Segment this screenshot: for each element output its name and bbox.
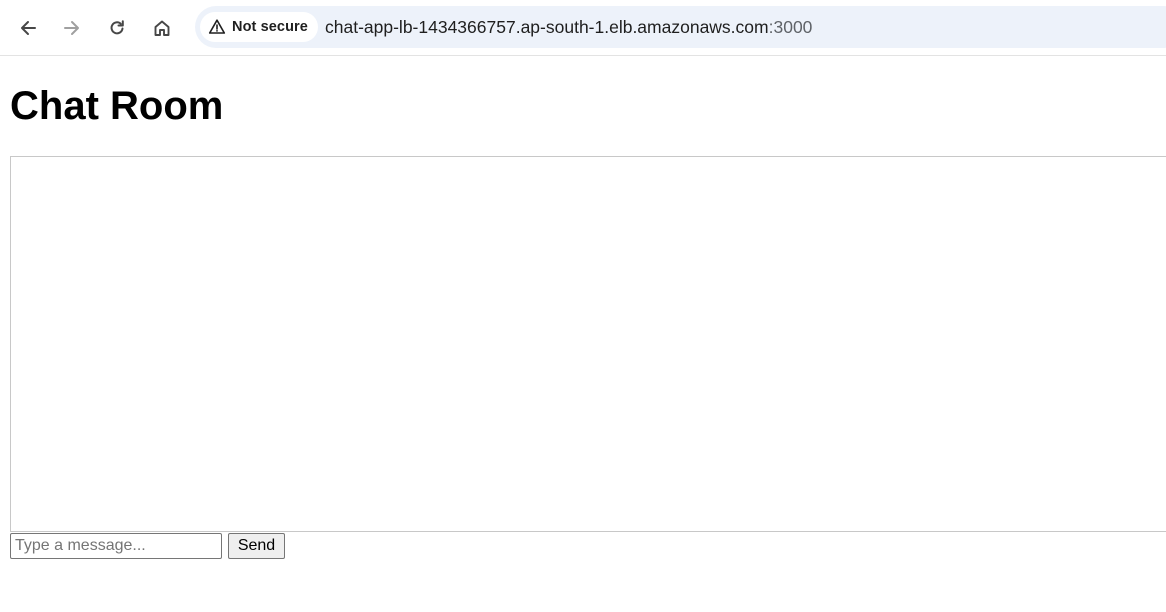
- reload-icon: [110, 20, 124, 35]
- page-content: Chat Room Send: [0, 57, 1166, 612]
- url-port: :3000: [768, 17, 813, 37]
- send-button[interactable]: Send: [228, 533, 285, 559]
- security-label: Not secure: [232, 19, 308, 35]
- message-input[interactable]: [10, 533, 222, 559]
- arrow-right-icon: [64, 21, 79, 35]
- url-text[interactable]: chat-app-lb-1434366757.ap-south-1.elb.am…: [325, 17, 812, 38]
- browser-toolbar: Not secure chat-app-lb-1434366757.ap-sou…: [0, 0, 1166, 56]
- reload-button[interactable]: [100, 11, 134, 45]
- chat-messages-area[interactable]: [10, 156, 1166, 532]
- forward-button[interactable]: [55, 11, 89, 45]
- page-title: Chat Room: [10, 84, 224, 128]
- arrow-left-icon: [21, 21, 36, 35]
- home-icon: [154, 20, 170, 36]
- warning-triangle-icon: [208, 19, 226, 34]
- back-button[interactable]: [11, 11, 45, 45]
- security-indicator[interactable]: Not secure: [200, 12, 318, 42]
- address-bar[interactable]: Not secure chat-app-lb-1434366757.ap-sou…: [195, 6, 1166, 48]
- home-button[interactable]: [145, 11, 179, 45]
- url-host: chat-app-lb-1434366757.ap-south-1.elb.am…: [325, 17, 769, 37]
